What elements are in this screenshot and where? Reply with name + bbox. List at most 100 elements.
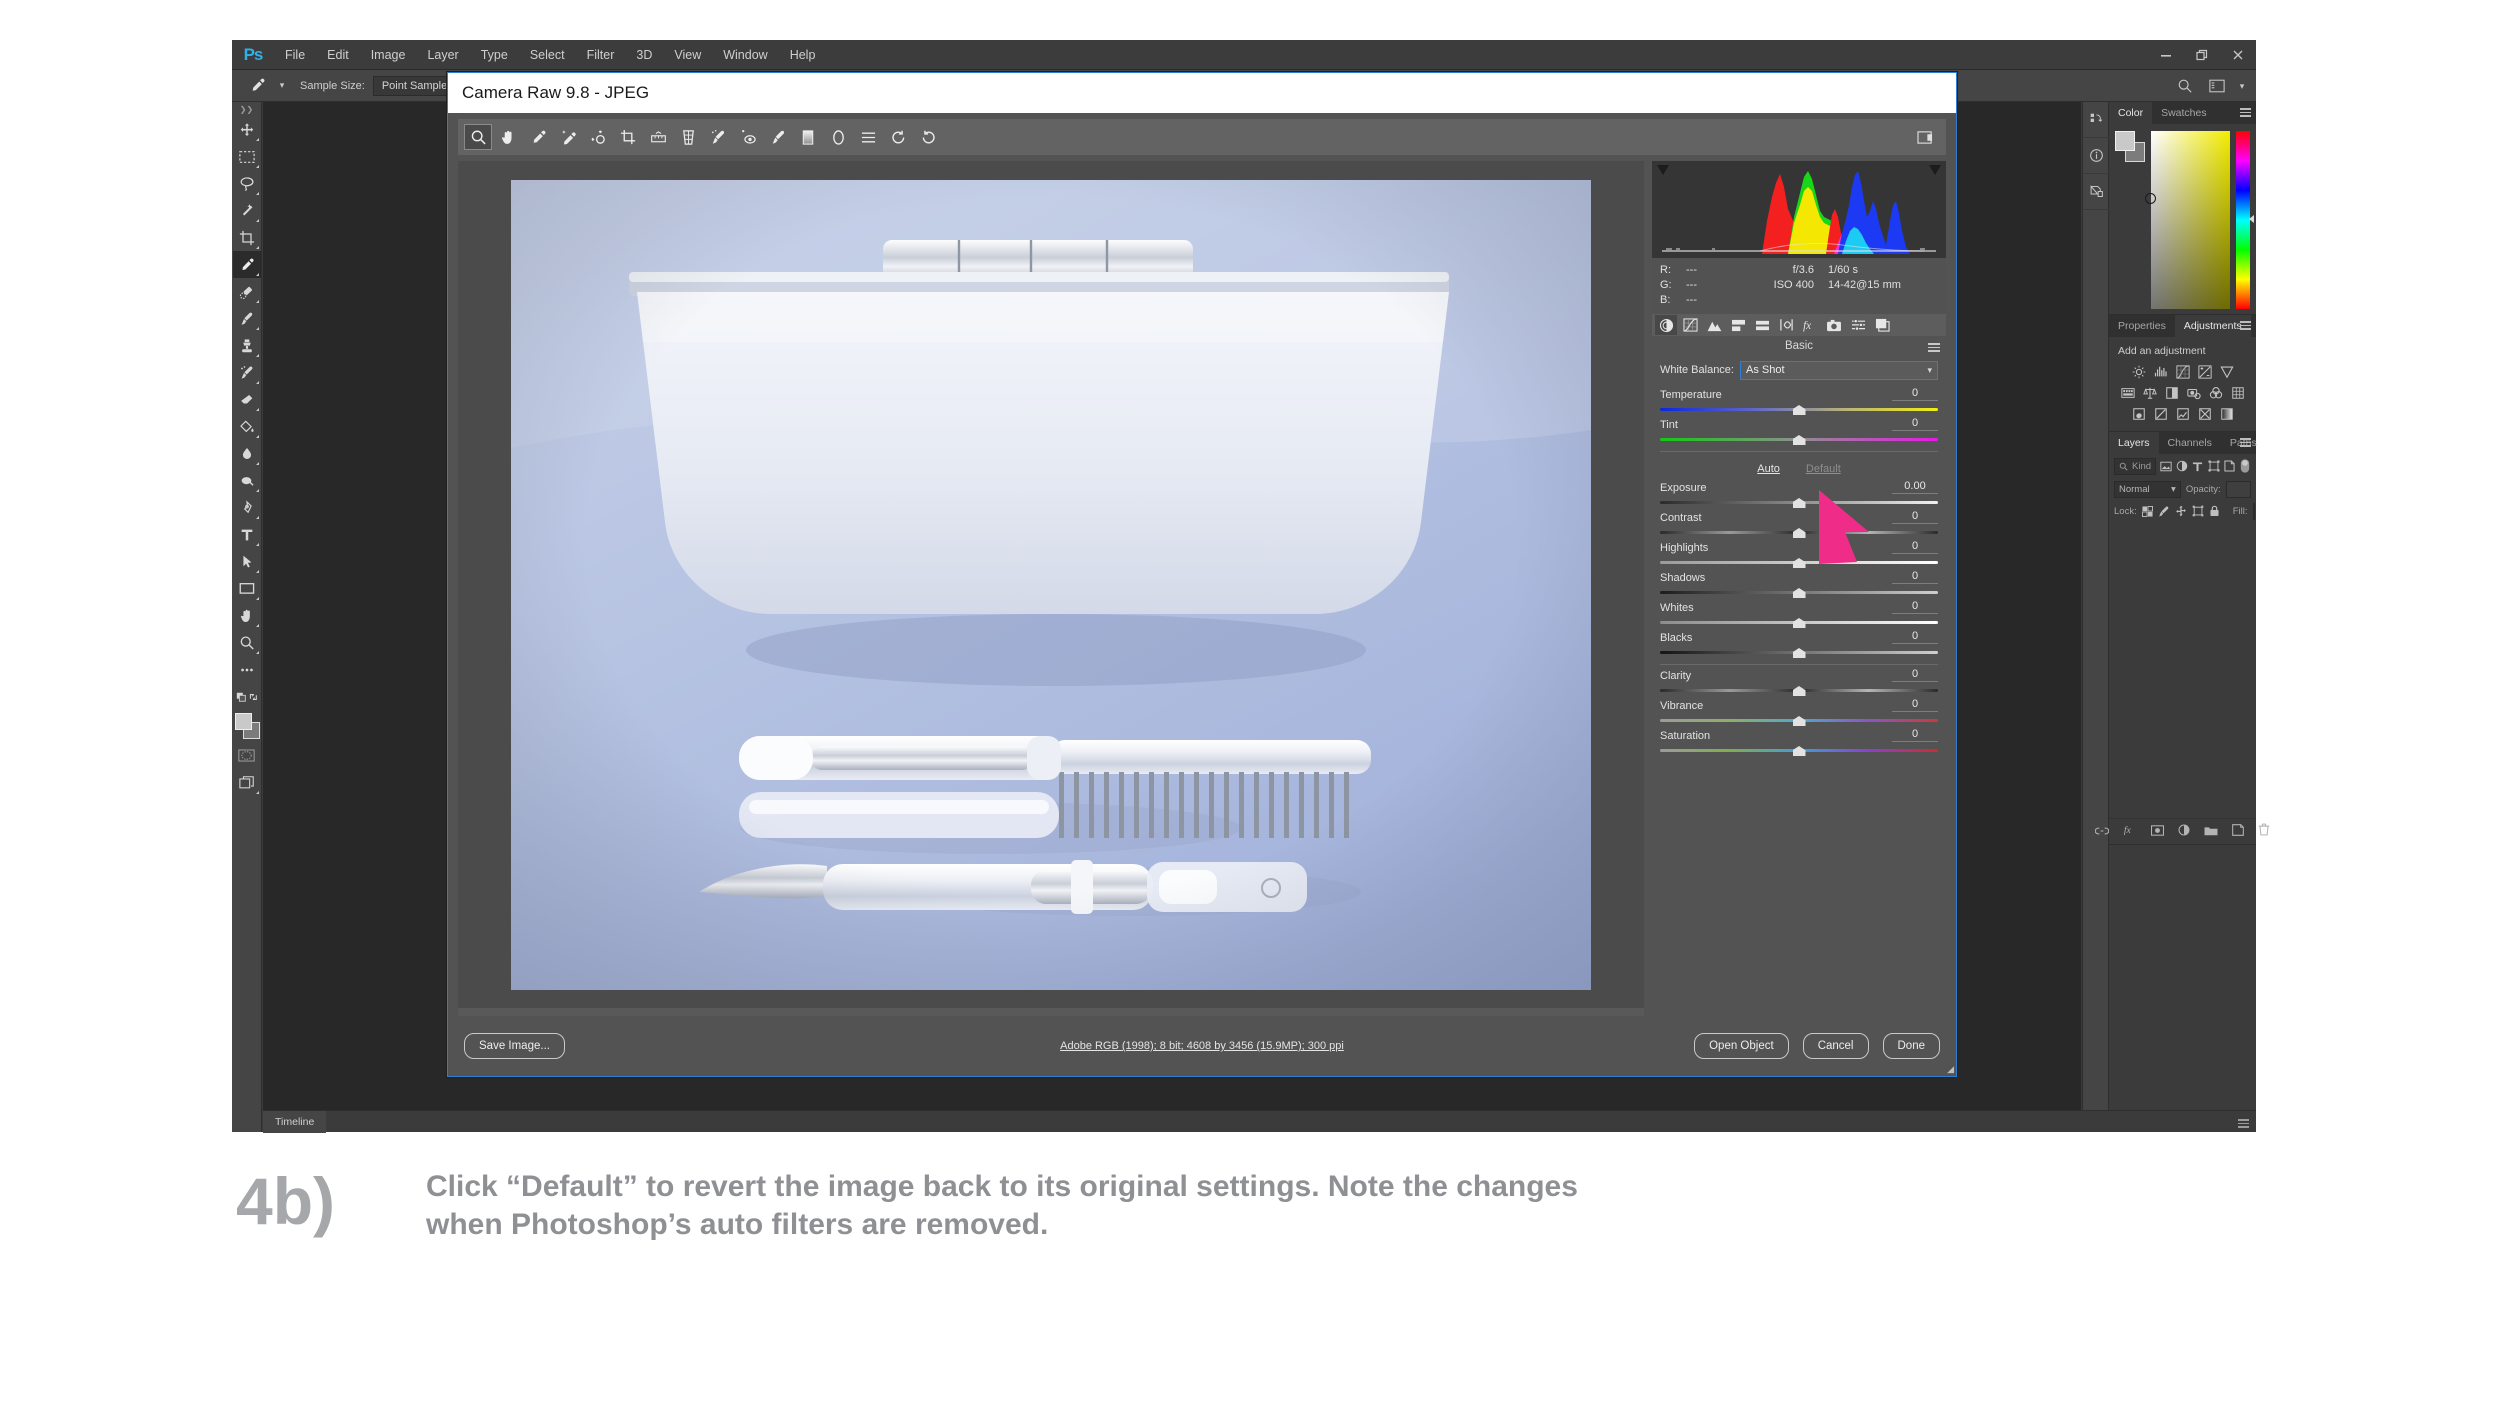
link-layers-icon[interactable] — [2094, 823, 2110, 841]
slider-value[interactable]: 0 — [1892, 728, 1938, 742]
lock-image-icon[interactable] — [2158, 503, 2170, 519]
cancel-button[interactable]: Cancel — [1802, 1033, 1869, 1059]
tools-panel-collapse-icon[interactable]: ❯❯ — [232, 102, 261, 116]
slider-knob[interactable] — [1792, 648, 1806, 658]
tone-curve-tab-icon[interactable] — [1679, 315, 1701, 335]
resize-grip-icon[interactable]: ◢ — [1947, 1064, 1954, 1075]
tool-magic-wand[interactable] — [233, 197, 261, 224]
white-balance-select[interactable]: As Shot ▾ — [1739, 360, 1938, 380]
color-sampler-icon[interactable] — [554, 124, 582, 150]
tool-lasso[interactable] — [233, 170, 261, 197]
highlight-clipping-icon[interactable] — [1928, 164, 1942, 178]
slider-knob[interactable] — [1792, 746, 1806, 756]
menu-layer[interactable]: Layer — [416, 40, 469, 70]
invert-icon[interactable] — [2131, 406, 2146, 421]
fill-field[interactable] — [2252, 502, 2255, 520]
new-group-icon[interactable] — [2204, 823, 2218, 841]
panel-menu-icon[interactable] — [2240, 438, 2251, 449]
snapshots-tab-icon[interactable] — [1871, 315, 1893, 335]
slider-knob[interactable] — [1792, 588, 1806, 598]
detail-tab-icon[interactable] — [1703, 315, 1725, 335]
eyedropper-icon[interactable] — [240, 73, 274, 99]
straighten-tool-icon[interactable] — [644, 124, 672, 150]
menu-select[interactable]: Select — [519, 40, 576, 70]
tool-rectangular-marquee[interactable] — [233, 143, 261, 170]
tool-crop[interactable] — [233, 224, 261, 251]
basic-tab-icon[interactable] — [1655, 315, 1677, 335]
color-field[interactable] — [2145, 131, 2230, 309]
save-image-button[interactable]: Save Image... — [464, 1033, 565, 1059]
menu-3d[interactable]: 3D — [625, 40, 663, 70]
filter-adjustment-icon[interactable] — [2176, 458, 2188, 474]
slider-value[interactable]: 0 — [1892, 600, 1938, 614]
menu-image[interactable]: Image — [360, 40, 417, 70]
done-button[interactable]: Done — [1882, 1033, 1940, 1059]
zoom-tool-icon[interactable] — [464, 124, 492, 150]
tool-eyedropper[interactable] — [232, 251, 261, 278]
slider-knob[interactable] — [1792, 498, 1806, 508]
more-tools-icon[interactable] — [233, 656, 261, 683]
libraries-icon[interactable] — [2083, 102, 2109, 138]
slider-knob[interactable] — [1792, 558, 1806, 568]
default-link[interactable]: Default — [1806, 463, 1841, 475]
new-layer-icon[interactable] — [2232, 823, 2244, 841]
slider-value[interactable]: 0 — [1892, 417, 1938, 431]
posterize-icon[interactable] — [2153, 406, 2168, 421]
graduated-filter-icon[interactable] — [794, 124, 822, 150]
gradient-map-icon[interactable] — [2219, 406, 2234, 421]
status-grip-icon[interactable] — [2238, 1119, 2249, 1130]
tool-blur[interactable] — [233, 440, 261, 467]
tool-history-brush[interactable] — [233, 359, 261, 386]
restore-icon[interactable] — [2184, 40, 2220, 70]
slider-value[interactable]: 0.00 — [1892, 480, 1938, 494]
photo-filter-icon[interactable] — [2186, 385, 2201, 400]
tab-swatches[interactable]: Swatches — [2152, 102, 2216, 124]
black-white-icon[interactable] — [2164, 385, 2179, 400]
filter-smart-icon[interactable] — [2224, 458, 2236, 474]
foreground-color-chip[interactable] — [2115, 131, 2135, 151]
close-icon[interactable] — [2220, 40, 2256, 70]
rotate-left-icon[interactable] — [884, 124, 912, 150]
vibrance-icon[interactable] — [2219, 364, 2234, 379]
layer-mask-icon[interactable] — [2151, 823, 2165, 841]
slider-value[interactable]: 0 — [1892, 570, 1938, 584]
filter-shape-icon[interactable] — [2208, 458, 2220, 474]
slider-track[interactable] — [1660, 558, 1938, 568]
hsl-grayscale-tab-icon[interactable] — [1727, 315, 1749, 335]
levels-icon[interactable] — [2153, 364, 2168, 379]
preferences-icon[interactable] — [854, 124, 882, 150]
selective-color-icon[interactable] — [2197, 406, 2212, 421]
menu-edit[interactable]: Edit — [316, 40, 360, 70]
hue-marker[interactable] — [2249, 215, 2254, 223]
split-toning-tab-icon[interactable] — [1751, 315, 1773, 335]
slider-track[interactable] — [1660, 648, 1938, 658]
layer-list[interactable] — [2109, 522, 2256, 818]
filter-toggle-icon[interactable] — [2239, 458, 2251, 474]
timeline-tab[interactable]: Timeline — [263, 1110, 327, 1133]
tool-pen[interactable] — [233, 494, 261, 521]
tool-paint-bucket[interactable] — [233, 413, 261, 440]
curves-icon[interactable] — [2175, 364, 2190, 379]
slider-knob[interactable] — [1792, 716, 1806, 726]
slider-knob[interactable] — [1792, 618, 1806, 628]
slider-track[interactable] — [1660, 716, 1938, 726]
slider-track[interactable] — [1660, 435, 1938, 445]
tab-properties[interactable]: Properties — [2109, 315, 2175, 337]
crop-tool-icon[interactable] — [614, 124, 642, 150]
slider-value[interactable]: 0 — [1892, 668, 1938, 682]
menu-window[interactable]: Window — [712, 40, 778, 70]
hand-tool-icon[interactable] — [494, 124, 522, 150]
lock-position-icon[interactable] — [2175, 503, 2187, 519]
hue-saturation-icon[interactable] — [2120, 385, 2135, 400]
tab-color[interactable]: Color — [2109, 102, 2153, 124]
slider-track[interactable] — [1660, 588, 1938, 598]
panel-menu-icon[interactable] — [1928, 343, 1940, 354]
menu-help[interactable]: Help — [779, 40, 827, 70]
tool-type[interactable] — [233, 521, 261, 548]
radial-filter-icon[interactable] — [824, 124, 852, 150]
search-icon[interactable] — [2170, 73, 2200, 99]
slider-value[interactable]: 0 — [1892, 540, 1938, 554]
slider-knob[interactable] — [1792, 435, 1806, 445]
filter-pixel-icon[interactable] — [2160, 458, 2172, 474]
red-eye-removal-icon[interactable] — [734, 124, 762, 150]
